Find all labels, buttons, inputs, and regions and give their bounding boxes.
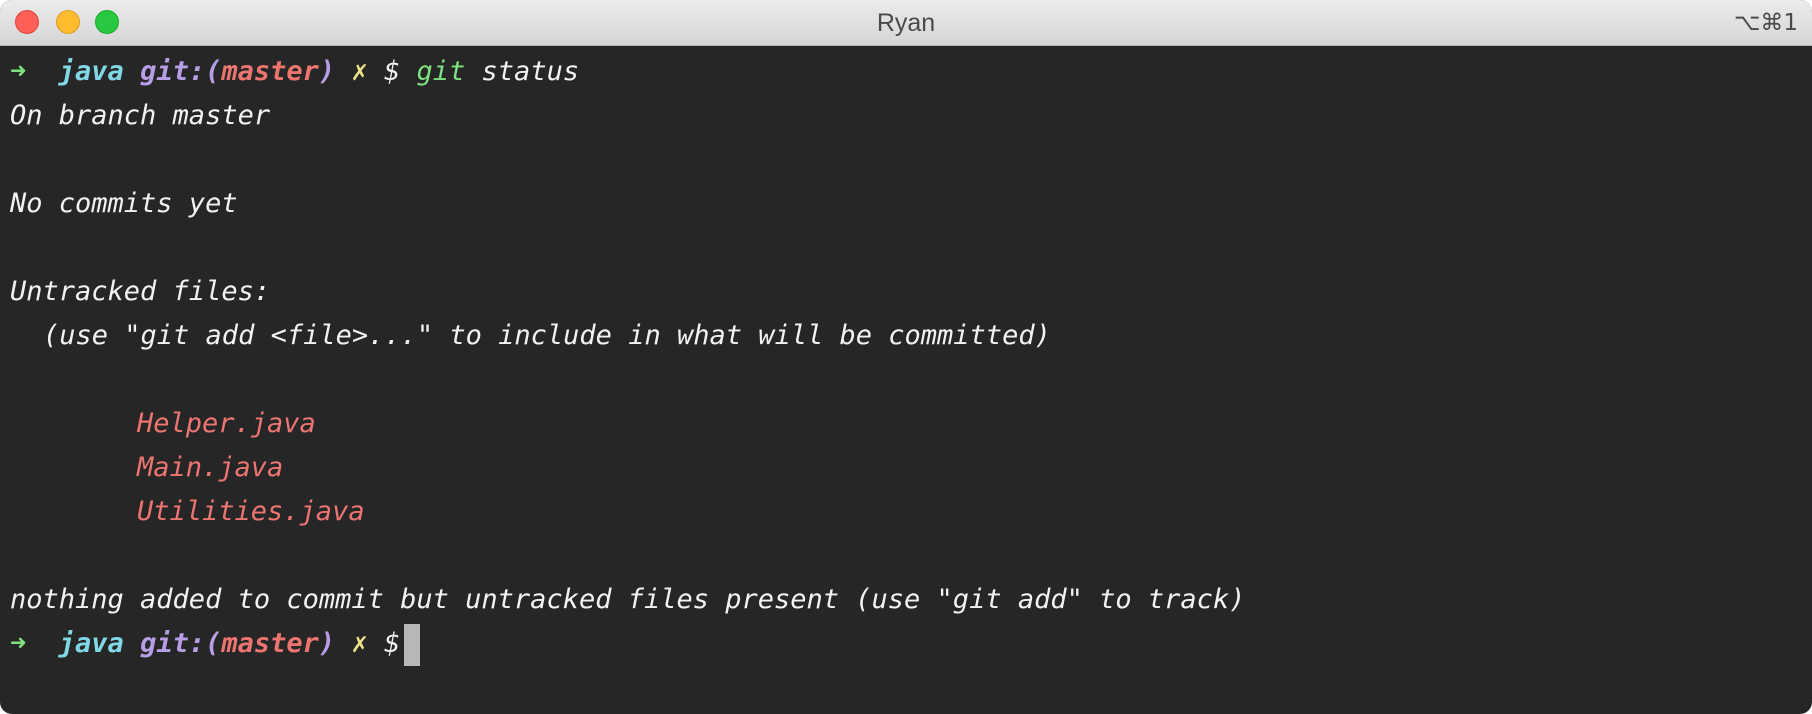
prompt-branch: master (221, 56, 319, 87)
prompt-git-suffix: ) (318, 628, 336, 659)
prompt-dirty-mark: ✗ (351, 628, 368, 659)
prompt-directory: java (58, 56, 124, 87)
output-untracked-header: Untracked files: (10, 276, 271, 307)
command-args: status (481, 56, 580, 87)
prompt-arrow-icon: ➜ (10, 56, 27, 87)
untracked-file: Utilities.java (137, 496, 365, 527)
output-on-branch: On branch master (10, 100, 271, 131)
title-bar[interactable]: Ryan ⌥⌘1 (0, 0, 1812, 46)
prompt-directory: java (58, 628, 124, 659)
window-title: Ryan (876, 9, 936, 37)
prompt-symbol: $ (383, 56, 401, 87)
untracked-file: Helper.java (137, 408, 316, 439)
prompt-arrow-icon: ➜ (10, 628, 27, 659)
text-cursor[interactable] (404, 623, 421, 666)
untracked-file: Main.java (137, 452, 284, 483)
prompt-line: ➜ java git:(master) ✗ $ git status (10, 50, 1802, 94)
prompt-git-prefix: git:( (140, 628, 222, 659)
output-no-commits: No commits yet (10, 188, 238, 219)
prompt-git-prefix: git:( (140, 56, 222, 87)
output-summary: nothing added to commit but untracked fi… (10, 584, 1246, 615)
window-shortcut: ⌥⌘1 (1733, 10, 1798, 36)
prompt-line-current[interactable]: ➜ java git:(master) ✗ $ (10, 622, 1802, 666)
prompt-branch: master (221, 628, 319, 659)
command-program: git (416, 56, 466, 87)
output-untracked-hint: (use "git add <file>..." to include in w… (43, 320, 1051, 351)
terminal-content[interactable]: ➜ java git:(master) ✗ $ git status On br… (10, 50, 1802, 714)
prompt-dirty-mark: ✗ (351, 56, 368, 87)
terminal-window: Ryan ⌥⌘1 ➜ java git:(master) ✗ $ git sta… (0, 0, 1812, 714)
prompt-git-suffix: ) (318, 56, 336, 87)
prompt-symbol: $ (383, 628, 401, 659)
